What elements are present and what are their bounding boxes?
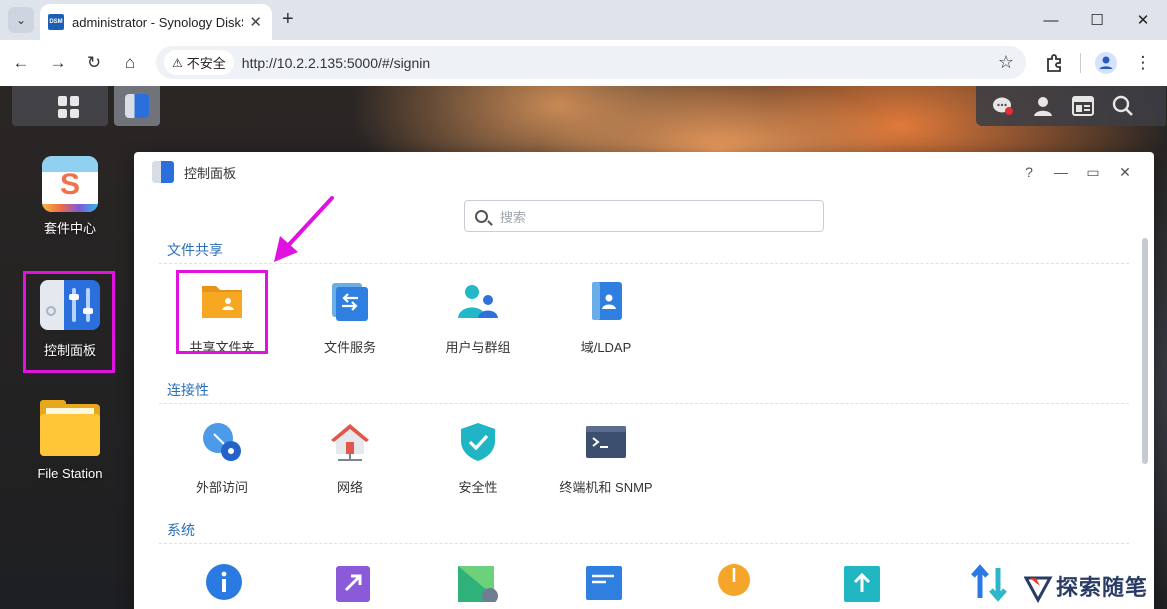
window-close-button[interactable]: ✕ xyxy=(1116,163,1134,181)
address-bar[interactable]: ⚠ 不安全 http://10.2.2.135:5000/#/signin ☆ xyxy=(156,46,1026,79)
warning-icon: ⚠ xyxy=(172,55,183,70)
tab-search-dropdown-icon[interactable]: ⌄ xyxy=(8,7,34,33)
browser-tab-bar: ⌄ DSM administrator - Synology DiskStati… xyxy=(0,0,1167,40)
reload-button[interactable]: ↻ xyxy=(81,50,107,76)
file-station-icon xyxy=(40,400,100,456)
taskbar-main-menu[interactable] xyxy=(12,86,108,126)
update-restore-icon[interactable] xyxy=(842,562,882,602)
dsm-desktop: S 套件中心 控制面板 File Station 控制面板 ? — ▭ ✕ 搜索 xyxy=(0,86,1167,609)
network-icon xyxy=(331,424,369,461)
security-label: 不安全 xyxy=(186,56,226,71)
search-icon[interactable] xyxy=(1112,95,1134,117)
item-terminal-snmp[interactable]: 终端机和 SNMP xyxy=(546,422,666,496)
item-label: 域/LDAP xyxy=(580,340,632,355)
external-access-icon xyxy=(203,423,241,461)
search-icon xyxy=(475,209,488,223)
window-minimize-button[interactable]: — xyxy=(1028,0,1074,40)
toolbar-separator xyxy=(1080,53,1081,73)
info-center-icon[interactable] xyxy=(204,562,244,602)
desktop-icon-label: File Station xyxy=(37,466,103,481)
new-tab-button[interactable]: + xyxy=(282,8,294,30)
dsm-favicon-icon: DSM xyxy=(48,14,64,30)
help-button[interactable]: ? xyxy=(1020,163,1038,181)
item-label: 用户与群组 xyxy=(445,340,511,355)
item-label: 外部访问 xyxy=(195,480,248,495)
item-domain-ldap[interactable]: 域/LDAP xyxy=(546,282,666,356)
window-minimize-button[interactable]: — xyxy=(1052,163,1070,181)
window-maximize-button[interactable]: ☐ xyxy=(1074,0,1120,40)
search-placeholder: 搜索 xyxy=(500,209,527,225)
item-label: 终端机和 SNMP xyxy=(559,480,653,495)
window-close-button[interactable]: ✕ xyxy=(1120,0,1166,40)
section-title-system: 系统 xyxy=(167,522,195,538)
tab-title: administrator - Synology DiskStation xyxy=(72,14,243,30)
security-shield-icon xyxy=(461,423,495,461)
control-panel-title-icon xyxy=(152,161,174,183)
desktop-icon-label: 套件中心 xyxy=(43,221,96,236)
window-title: 控制面板 xyxy=(184,165,237,181)
watermark-text: 探索随笔 xyxy=(1056,575,1149,601)
desktop-icon-package-center[interactable]: S 套件中心 xyxy=(20,156,120,237)
notification-chat-icon[interactable] xyxy=(992,95,1014,117)
terminal-icon xyxy=(586,426,626,458)
file-services-icon xyxy=(332,283,368,321)
profile-avatar-icon[interactable] xyxy=(1095,52,1117,74)
widgets-icon[interactable] xyxy=(1072,95,1094,117)
browser-tab[interactable]: DSM administrator - Synology DiskStation… xyxy=(40,4,272,40)
scrollbar-thumb[interactable] xyxy=(1142,238,1148,464)
main-menu-grid-icon[interactable] xyxy=(58,96,80,118)
section-divider xyxy=(159,403,1129,404)
regional-options-icon[interactable] xyxy=(458,562,500,602)
user-account-icon[interactable] xyxy=(1032,95,1054,117)
watermark: 探索随笔 xyxy=(1024,570,1148,604)
section-title-connectivity: 连接性 xyxy=(167,382,209,398)
item-label: 安全性 xyxy=(458,480,498,495)
notification-icon[interactable] xyxy=(586,562,626,602)
sync-arrows-icon[interactable] xyxy=(970,562,1010,602)
back-button[interactable]: ← xyxy=(8,50,34,76)
system-tray xyxy=(976,86,1166,126)
hardware-power-icon[interactable] xyxy=(716,562,752,602)
item-label: 文件服务 xyxy=(323,340,376,355)
browser-toolbar: ← → ↻ ⌂ ⚠ 不安全 http://10.2.2.135:5000/#/s… xyxy=(0,40,1167,86)
highlight-box-control-panel xyxy=(23,271,115,373)
home-button[interactable]: ⌂ xyxy=(117,50,143,76)
user-group-icon xyxy=(458,285,498,318)
tab-close-icon[interactable]: ✕ xyxy=(249,13,262,31)
window-maximize-button[interactable]: ▭ xyxy=(1084,163,1102,181)
url-text[interactable]: http://10.2.2.135:5000/#/signin xyxy=(242,55,430,71)
item-network[interactable]: 网络 xyxy=(290,422,410,496)
security-indicator[interactable]: ⚠ 不安全 xyxy=(164,50,234,75)
item-label: 网络 xyxy=(336,480,363,495)
taskbar-control-panel[interactable] xyxy=(114,86,160,126)
forward-button[interactable]: → xyxy=(45,50,71,76)
annotation-arrow-icon xyxy=(274,196,334,262)
desktop-icon-file-station[interactable]: File Station xyxy=(20,400,120,481)
browser-menu-icon[interactable]: ⋮ xyxy=(1130,50,1156,76)
window-titlebar[interactable]: 控制面板 ? — ▭ ✕ xyxy=(134,152,1154,192)
item-security[interactable]: 安全性 xyxy=(418,422,538,496)
item-user-group[interactable]: 用户与群组 xyxy=(418,282,538,356)
watermark-logo-icon xyxy=(1024,576,1053,604)
highlight-box-shared-folder xyxy=(176,270,268,354)
item-external-access[interactable]: 外部访问 xyxy=(162,422,282,496)
package-center-icon: S xyxy=(42,156,98,212)
control-panel-mini-icon xyxy=(125,94,149,118)
section-divider xyxy=(159,543,1129,544)
login-portal-icon[interactable] xyxy=(332,562,372,602)
extensions-puzzle-icon[interactable] xyxy=(1044,53,1064,73)
section-title-file-sharing: 文件共享 xyxy=(167,242,223,258)
bookmark-star-icon[interactable]: ☆ xyxy=(998,52,1014,73)
search-input[interactable]: 搜索 xyxy=(464,200,824,232)
item-file-services[interactable]: 文件服务 xyxy=(290,282,410,356)
domain-ldap-icon xyxy=(592,282,622,320)
